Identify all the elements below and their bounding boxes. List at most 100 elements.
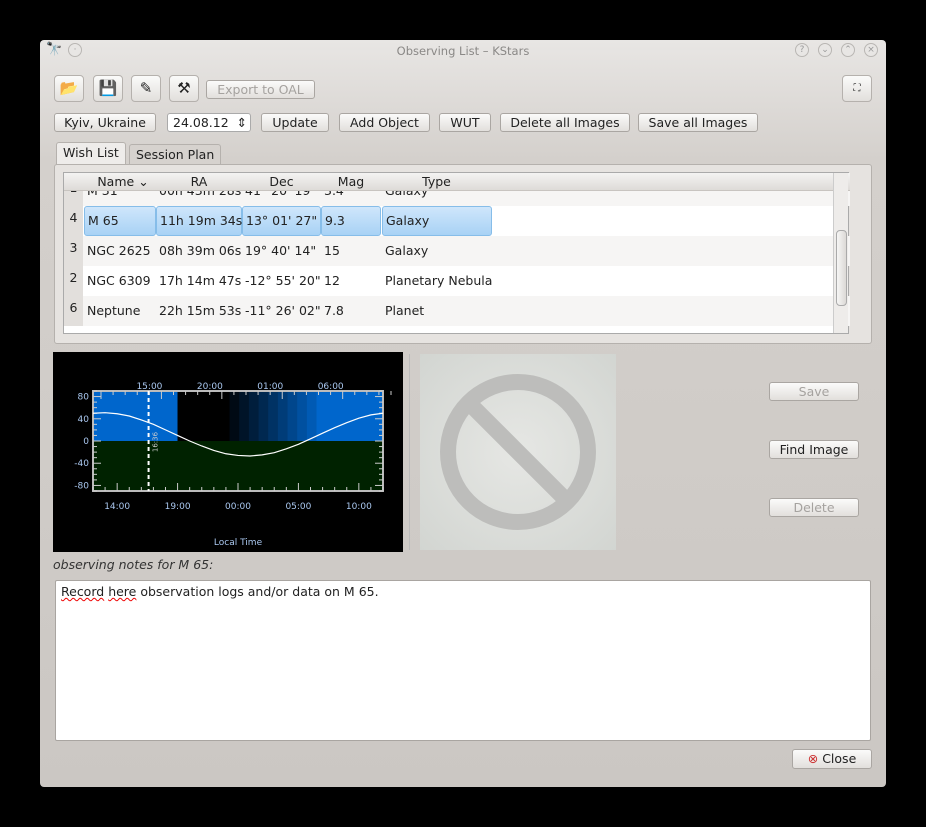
table-row[interactable]: 3 NGC 2625 08h 39m 06s 19° 40' 14" 15 Galaxy	[64, 236, 850, 266]
column-ra[interactable]: RA	[159, 174, 239, 189]
cell-name: NGC 6309	[87, 273, 151, 288]
delete-all-images-button[interactable]: Delete all Images	[500, 113, 630, 132]
cell-ra: 08h 39m 06s	[159, 243, 242, 258]
twilight-band	[268, 391, 279, 441]
tab-session-plan[interactable]: Session Plan	[129, 144, 222, 165]
cell-mag: 12	[324, 273, 340, 288]
cell-type: Planetary Nebula	[385, 273, 493, 288]
column-type[interactable]: Type	[384, 174, 489, 189]
wand-icon: ⚒	[177, 79, 191, 97]
open-folder-icon: 📂	[59, 79, 79, 97]
cell-mag: 9.3	[321, 206, 381, 236]
x-tick-label: 05:00	[285, 502, 311, 512]
x-top-tick-label: 06:00	[318, 382, 344, 392]
cell-type: Galaxy	[385, 243, 429, 258]
current-time-label: 16:36	[152, 431, 160, 452]
y-tick-label: 0	[83, 437, 89, 447]
row-number: 3	[64, 236, 83, 266]
spin-arrows-icon[interactable]: ⇕	[237, 114, 247, 131]
vertical-scrollbar[interactable]	[833, 173, 848, 333]
minimize-button[interactable]: ⌄	[818, 43, 832, 57]
twilight-band	[277, 391, 289, 441]
location-button[interactable]: Kyiv, Ukraine	[54, 113, 156, 132]
x-axis-label: Local Time	[214, 538, 263, 548]
night-region	[177, 391, 220, 441]
x-top-tick-label: 20:00	[197, 382, 223, 392]
cell-dec: 19° 40' 14"	[245, 243, 317, 258]
close-window-button[interactable]: ×	[864, 43, 878, 57]
cell-dec: 13° 01' 27"	[242, 206, 321, 236]
y-tick-label: 40	[78, 415, 90, 425]
window-title: Observing List – KStars	[396, 44, 530, 58]
twilight-band	[258, 391, 269, 441]
row-number: 6	[64, 296, 83, 326]
cell-ra: 11h 19m 34s	[156, 206, 242, 236]
open-file-button[interactable]: 📂	[54, 75, 84, 102]
shrink-icon: ⛶	[853, 83, 861, 94]
morning-daylight-region	[316, 391, 383, 441]
tools-button[interactable]: ⚒	[169, 75, 199, 102]
cell-dec: -11° 26' 02"	[245, 303, 321, 318]
y-tick-label: -40	[74, 459, 89, 469]
notes-textarea[interactable]: Record here observation logs and/or data…	[55, 580, 871, 741]
scrollbar-thumb[interactable]	[836, 230, 847, 306]
x-tick-label: 10:00	[346, 502, 372, 512]
table-row[interactable]: 4M 65 11h 19m 34s 13° 01' 27" 9.3 Galaxy	[64, 206, 850, 236]
twilight-band	[248, 391, 260, 441]
cell-mag: 15	[324, 243, 340, 258]
help-button[interactable]: ?	[795, 43, 809, 57]
daylight-region	[93, 391, 178, 441]
add-object-button[interactable]: Add Object	[339, 113, 430, 132]
x-tick-label: 14:00	[104, 502, 130, 512]
twilight-band	[229, 391, 240, 441]
cell-name: NGC 2625	[87, 243, 151, 258]
twilight-band	[287, 391, 298, 441]
x-top-tick-label: 01:00	[257, 382, 283, 392]
export-oal-button[interactable]: Export to OAL	[206, 80, 315, 99]
x-tick-label: 00:00	[225, 502, 251, 512]
table-header: Name ⌄ RA Dec Mag Type	[64, 173, 850, 191]
cell-mag: 7.8	[324, 303, 344, 318]
table-row[interactable]: 2 NGC 6309 17h 14m 47s -12° 55' 20" 12 Planet…	[64, 266, 850, 296]
cell-ra: 17h 14m 47s	[159, 273, 242, 288]
altitude-plot: 16:36 80 40 0 -40 -80 14:00 19:00 00:00 05:00 10:0…	[53, 352, 403, 552]
floppy-icon: 💾	[98, 79, 118, 97]
sort-chevron-icon: ⌄	[138, 174, 149, 189]
cell-dec: -12° 55' 20"	[245, 273, 321, 288]
tab-wish-list[interactable]: Wish List	[56, 142, 126, 165]
y-tick-label: -80	[74, 481, 89, 491]
cell-ra: 22h 15m 53s	[159, 303, 242, 318]
cell-name: M 65	[84, 206, 156, 236]
find-image-button[interactable]: Find Image	[769, 440, 859, 459]
twilight-band	[239, 391, 250, 441]
table-row[interactable]: 6 Neptune 22h 15m 53s -11° 26' 02" 7.8 Planet	[64, 296, 850, 326]
date-spinbox[interactable]: 24.08.12 ⇕	[167, 113, 251, 132]
save-file-button[interactable]: 💾	[93, 75, 123, 102]
close-button[interactable]: ⊗ Close	[792, 749, 872, 769]
close-circle-icon: ⊗	[807, 751, 819, 766]
splitter[interactable]	[409, 354, 410, 550]
cell-type: Planet	[385, 303, 425, 318]
x-top-tick-label: 15:00	[136, 382, 162, 392]
column-name[interactable]: Name ⌄	[92, 174, 154, 189]
no-image-icon	[440, 374, 596, 530]
edit-button[interactable]: ✎	[131, 75, 161, 102]
twilight-band	[306, 391, 318, 441]
delete-image-button[interactable]: Delete	[769, 498, 859, 517]
y-tick-label: 80	[78, 393, 90, 403]
save-image-button[interactable]: Save	[769, 382, 859, 401]
column-mag[interactable]: Mag	[326, 174, 376, 189]
image-preview	[420, 354, 616, 550]
fullscreen-button[interactable]: ⛶	[842, 75, 872, 102]
wut-button[interactable]: WUT	[439, 113, 491, 132]
row-number: 2	[64, 266, 83, 296]
maximize-button[interactable]: ⌃	[841, 43, 855, 57]
wish-list-table[interactable]: Name ⌄ RA Dec Mag Type 1M 3100h 43m 28s4…	[63, 172, 850, 334]
update-button[interactable]: Update	[261, 113, 329, 132]
x-tick-label: 19:00	[165, 502, 191, 512]
notes-label: observing notes for M 65:	[53, 557, 214, 572]
column-dec[interactable]: Dec	[244, 174, 319, 189]
save-all-images-button[interactable]: Save all Images	[638, 113, 758, 132]
cell-type: Galaxy	[382, 206, 492, 236]
pencil-icon: ✎	[139, 79, 153, 97]
